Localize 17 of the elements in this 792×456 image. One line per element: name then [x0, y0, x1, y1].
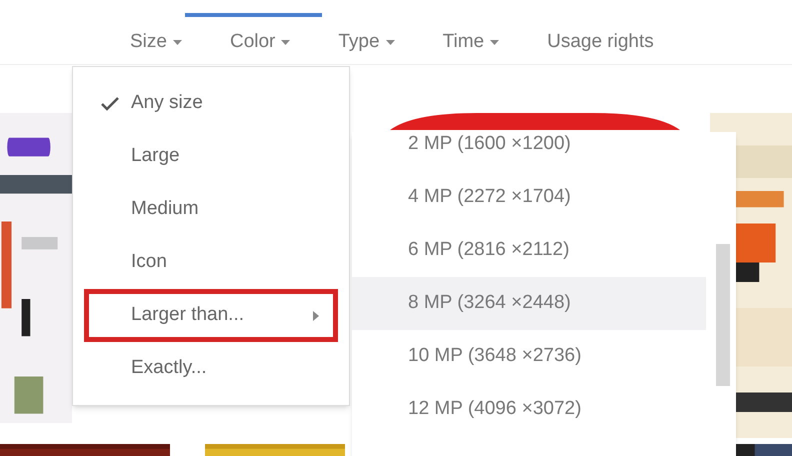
menu-item[interactable]: 2 MP (1600 ×1200) — [352, 118, 706, 171]
tool-tab[interactable]: Type — [338, 28, 395, 56]
menu-item[interactable]: Any size — [84, 77, 338, 130]
tool-tab[interactable]: Usage rights — [547, 28, 654, 56]
menu-item[interactable]: 12 MP (4096 ×3072) — [352, 383, 706, 436]
menu-item[interactable]: Larger than... — [84, 289, 338, 342]
menu-item[interactable]: Large — [84, 130, 338, 183]
menu-item[interactable]: 10 MP (3648 ×2736) — [352, 330, 706, 383]
menu-item[interactable]: 4 MP (2272 ×1704) — [352, 171, 706, 224]
menu-item[interactable]: Medium — [84, 183, 338, 236]
tool-tab[interactable]: Size — [130, 28, 182, 56]
menu-item[interactable]: Exactly... — [84, 342, 338, 395]
menu-item[interactable]: 8 MP (3264 ×2448) — [352, 277, 706, 330]
tool-tab[interactable]: Color — [230, 28, 290, 56]
menu-item[interactable]: Icon — [84, 236, 338, 289]
tool-tab[interactable]: Time — [442, 28, 500, 56]
menu-item[interactable]: 6 MP (2816 ×2112) — [352, 224, 706, 277]
